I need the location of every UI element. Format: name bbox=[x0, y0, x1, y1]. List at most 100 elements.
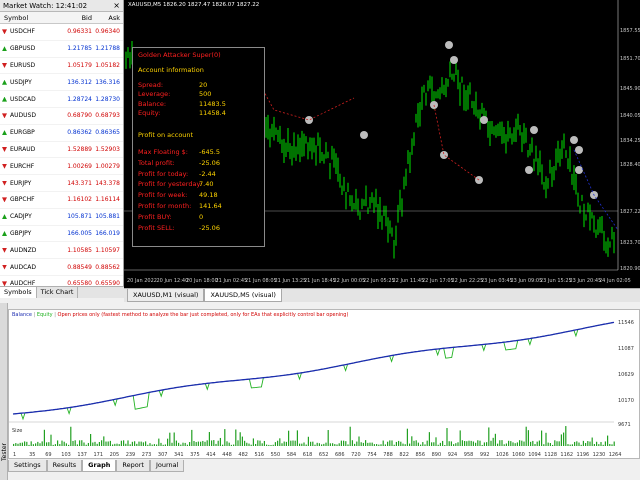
size-bar bbox=[105, 441, 107, 446]
tab-graph[interactable]: Graph bbox=[82, 460, 117, 472]
size-bar bbox=[277, 440, 279, 446]
size-bar bbox=[208, 432, 210, 446]
symbol-row[interactable]: AUDCAD 0.88549 0.88562 bbox=[0, 259, 123, 276]
ask-price: 1.00279 bbox=[95, 162, 120, 170]
ask-price: 1.21788 bbox=[95, 45, 120, 53]
tab-report[interactable]: Report bbox=[116, 460, 150, 472]
time-label: 23 Jun 20:45 bbox=[570, 278, 602, 284]
size-bar bbox=[131, 441, 133, 446]
tab-settings[interactable]: Settings bbox=[8, 460, 47, 472]
price-chart[interactable]: 1857.55 1851.70 1845.90 1840.05 1834.25 1828.… bbox=[124, 0, 640, 288]
bid-price: 0.88549 bbox=[67, 263, 92, 271]
size-bar bbox=[448, 441, 450, 446]
size-bar bbox=[272, 444, 274, 446]
column-header-ask[interactable]: Ask bbox=[92, 14, 120, 22]
profit-value: 7.40 bbox=[199, 180, 214, 189]
ask-price: 143.378 bbox=[95, 179, 120, 187]
x-axis-label: 273 bbox=[142, 452, 152, 458]
y-axis-label: 10170 bbox=[618, 398, 634, 404]
size-bar bbox=[303, 442, 305, 446]
size-bar bbox=[259, 440, 261, 446]
price-label: 1828.40 bbox=[620, 162, 640, 168]
tab-symbols[interactable]: Symbols bbox=[0, 287, 37, 298]
size-bar bbox=[142, 442, 144, 446]
symbol-row[interactable]: AUDUSD 0.68790 0.68793 bbox=[0, 108, 123, 125]
ask-price: 0.86365 bbox=[95, 129, 120, 137]
symbol-cell: EURCHF bbox=[0, 163, 60, 170]
x-axis-label: 414 bbox=[206, 452, 216, 458]
ask-price: 0.88562 bbox=[95, 263, 120, 271]
symbol-row[interactable]: EURJPY 143.371 143.378 bbox=[0, 175, 123, 192]
trade-line bbox=[433, 104, 480, 181]
x-axis-label: 618 bbox=[303, 452, 313, 458]
size-bar bbox=[347, 444, 349, 446]
symbol-row[interactable]: GBPCHF 1.16102 1.16114 bbox=[0, 192, 123, 209]
trade-marker bbox=[475, 176, 483, 184]
size-bar bbox=[367, 442, 369, 446]
size-bar bbox=[554, 440, 556, 446]
time-label: 20 Jun 12:40 bbox=[157, 278, 189, 284]
size-bar bbox=[292, 440, 294, 446]
size-bar bbox=[138, 441, 140, 446]
symbol-cell: USDCHF bbox=[0, 28, 60, 35]
symbol-row[interactable]: USDCHF 0.96331 0.96340 bbox=[0, 24, 123, 41]
symbol-name: EURJPY bbox=[10, 179, 32, 187]
tab-chart-m1[interactable]: XAUUSD,M1 (visual) bbox=[127, 289, 205, 302]
size-bar bbox=[195, 442, 197, 446]
size-bar bbox=[530, 441, 532, 446]
size-bar bbox=[116, 443, 118, 446]
size-bar bbox=[316, 442, 318, 446]
tester-side-bar[interactable]: Tester bbox=[0, 303, 8, 480]
size-bar bbox=[96, 443, 98, 446]
x-axis-label: 1230 bbox=[593, 452, 606, 458]
x-axis-label: 1162 bbox=[560, 452, 573, 458]
size-bar bbox=[76, 444, 78, 446]
symbol-row[interactable]: USDCAD 1.28724 1.28730 bbox=[0, 91, 123, 108]
size-bar bbox=[417, 442, 419, 446]
symbol-row[interactable]: EURAUD 1.52889 1.52903 bbox=[0, 142, 123, 159]
size-bar bbox=[332, 443, 334, 446]
tab-journal[interactable]: Journal bbox=[149, 460, 185, 472]
size-bar bbox=[521, 440, 523, 446]
tab-chart-m5[interactable]: XAUUSD,M5 (visual) bbox=[204, 289, 282, 302]
graph-legend: Balance | Equity | Open prices only (fas… bbox=[12, 312, 349, 318]
size-bar bbox=[519, 440, 521, 446]
size-bar bbox=[494, 433, 496, 446]
size-bar bbox=[593, 444, 595, 446]
size-bar bbox=[488, 427, 490, 446]
symbol-row[interactable]: CADJPY 105.871 105.881 bbox=[0, 209, 123, 226]
size-bar bbox=[158, 438, 160, 446]
symbol-row[interactable]: AUDNZD 1.10585 1.10597 bbox=[0, 242, 123, 260]
account-info-value: 11483.5 bbox=[199, 99, 226, 108]
time-label: 20 Jun 18:00 bbox=[186, 278, 218, 284]
symbol-row[interactable]: USDJPY 136.312 136.316 bbox=[0, 74, 123, 92]
x-axis-label: 448 bbox=[222, 452, 232, 458]
size-bar bbox=[164, 444, 166, 446]
column-header-symbol[interactable]: Symbol bbox=[0, 14, 60, 22]
arrow-down-icon bbox=[2, 29, 7, 35]
time-label: 21 Jun 08:05 bbox=[245, 278, 277, 284]
arrow-down-icon bbox=[2, 163, 7, 169]
size-bar bbox=[387, 441, 389, 446]
market-watch-list: USDCHF 0.96331 0.96340 GBPUSD 1.21785 1.21788… bbox=[0, 24, 123, 293]
trade-marker bbox=[525, 166, 533, 174]
ask-price: 105.881 bbox=[95, 213, 120, 221]
tab-results[interactable]: Results bbox=[46, 460, 83, 472]
size-bar bbox=[184, 442, 186, 446]
tab-tick-chart[interactable]: Tick Chart bbox=[37, 287, 79, 298]
symbol-row[interactable]: EURUSD 1.05179 1.05182 bbox=[0, 58, 123, 75]
trade-marker bbox=[570, 136, 578, 144]
size-bar bbox=[252, 438, 254, 446]
close-icon[interactable]: × bbox=[113, 1, 120, 10]
size-bar bbox=[373, 444, 375, 446]
time-label: 20 Jan 2022 bbox=[127, 278, 157, 284]
column-header-bid[interactable]: Bid bbox=[60, 14, 92, 22]
size-bar bbox=[279, 438, 281, 446]
symbol-row[interactable]: GBPJPY 166.005 166.019 bbox=[0, 226, 123, 243]
symbol-row[interactable]: EURGBP 0.86362 0.86365 bbox=[0, 125, 123, 142]
size-bar bbox=[290, 440, 292, 446]
symbol-row[interactable]: GBPUSD 1.21785 1.21788 bbox=[0, 41, 123, 58]
x-axis-label: 1196 bbox=[577, 452, 590, 458]
symbol-row[interactable]: EURCHF 1.00269 1.00279 bbox=[0, 158, 123, 176]
size-bar bbox=[26, 441, 28, 446]
